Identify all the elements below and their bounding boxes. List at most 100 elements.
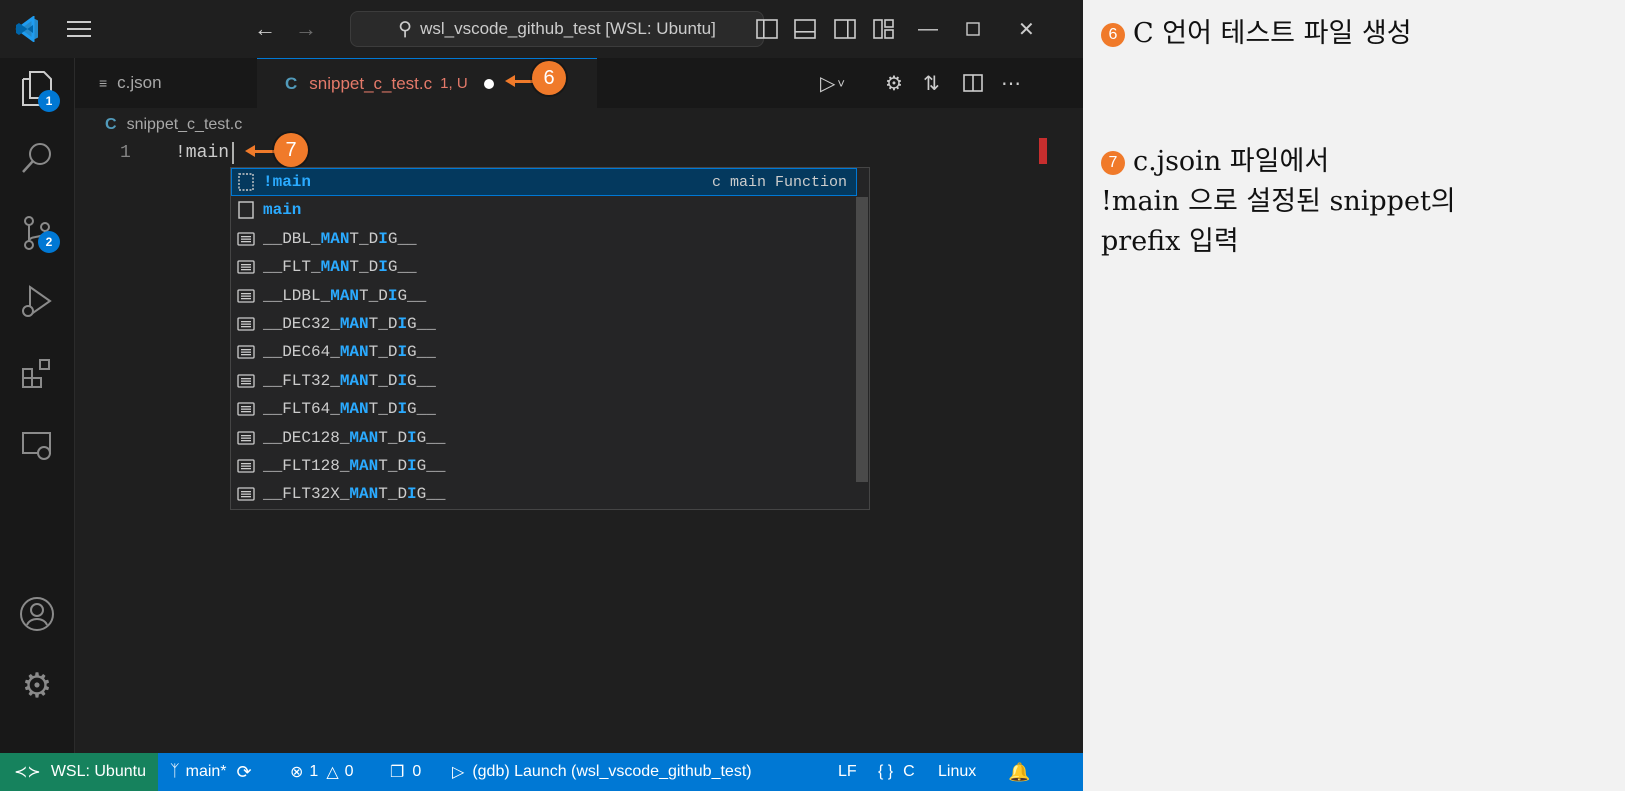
accounts-icon[interactable] (17, 594, 57, 634)
tab-label: c.json (117, 73, 162, 92)
suggest-item[interactable]: __DBL_MANT_DIG__ (231, 225, 857, 253)
platform-indicator[interactable]: Linux (938, 753, 976, 791)
match-highlight: MAN (339, 400, 369, 419)
suggest-label: __FLT64_MANT_DIG__ (263, 400, 436, 418)
tab-status: 1, U (440, 75, 468, 92)
branch-indicator[interactable]: ᛉ main* ⟳ (170, 753, 252, 791)
ports-indicator[interactable]: ❐ 0 (390, 753, 421, 791)
label-text: T_D (368, 371, 398, 390)
search-icon: ⚲ (398, 18, 413, 40)
debug-label: (gdb) Launch (wsl_vscode_github_test) (472, 763, 752, 780)
more-actions-icon[interactable]: ⋯ (1001, 58, 1021, 108)
toggle-secondary-sidebar-icon[interactable] (834, 14, 856, 44)
remote-label: WSL: Ubuntu (50, 763, 146, 780)
label-text: __FLT32X_ (263, 485, 350, 504)
remote-explorer-icon[interactable] (17, 426, 57, 466)
ports-count: 0 (412, 763, 422, 780)
match-highlight: MAN (339, 371, 369, 390)
suggest-item[interactable]: __FLT128_MANT_DIG__ (231, 452, 857, 480)
error-count: 1 (309, 763, 319, 780)
suggest-label: __FLT32_MANT_DIG__ (263, 372, 436, 390)
remote-indicator[interactable]: ≺≻ WSL: Ubuntu (0, 753, 158, 791)
text-icon (237, 372, 255, 390)
manage-gear-icon[interactable]: ⚙ (17, 666, 57, 706)
suggest-item[interactable]: __DEC64_MANT_DIG__ (231, 338, 857, 366)
match-highlight: I (407, 428, 417, 447)
sync-icon[interactable]: ⟳ (237, 762, 252, 783)
breadcrumb-file[interactable]: snippet_c_test.c (127, 116, 243, 134)
label-text: T_D (378, 485, 408, 504)
c-file-icon: C (285, 73, 298, 93)
label-text: __LDBL_ (263, 286, 331, 305)
language-indicator[interactable]: { } C (878, 753, 915, 791)
toggle-primary-sidebar-icon[interactable] (756, 14, 778, 44)
suggest-item[interactable]: __LDBL_MANT_DIG__ (231, 282, 857, 310)
extensions-icon[interactable] (17, 354, 57, 394)
vscode-window: ← → ⚲ wsl_vscode_github_test [WSL: Ubunt… (0, 0, 1083, 791)
note-6: 6 C 언어 테스트 파일 생성 (1101, 14, 1412, 54)
text-icon (237, 343, 255, 361)
warning-icon: △ (326, 764, 339, 781)
label-text: __FLT32_ (263, 371, 340, 390)
error-icon: ⊗ (290, 764, 304, 781)
label-text: T_D (368, 343, 398, 362)
text-cursor (232, 142, 234, 164)
suggest-item[interactable]: main (231, 196, 857, 224)
text-icon (237, 315, 255, 333)
split-editor-icon[interactable] (963, 58, 983, 108)
settings-gear-icon[interactable]: ⚙ (885, 58, 903, 108)
callout-7: 7 (274, 133, 308, 167)
label-text: __DBL_ (263, 229, 321, 248)
run-debug-icon[interactable] (17, 282, 57, 322)
text-icon (237, 287, 255, 305)
close-icon[interactable]: ✕ (1018, 14, 1035, 44)
broadcast-icon: ❐ (390, 764, 405, 781)
maximize-icon[interactable] (966, 14, 980, 44)
label-text: T_D (359, 286, 388, 305)
branch-label: main* (185, 763, 227, 780)
suggest-item[interactable]: __FLT32_MANT_DIG__ (231, 367, 857, 395)
label-text: T_D (349, 229, 379, 248)
suggest-detail: c main Function (711, 173, 847, 191)
menu-icon[interactable] (66, 14, 92, 44)
unsaved-dot-icon[interactable] (483, 78, 494, 89)
note-7-number: 7 (1101, 151, 1125, 175)
match-highlight: MAN (339, 315, 369, 333)
tab-c-json[interactable]: ≡ c.json (75, 58, 255, 108)
debug-icon: ▷ (452, 764, 465, 781)
forward-arrow-icon[interactable]: → (295, 14, 317, 44)
text-icon (237, 485, 255, 503)
suggest-item[interactable]: __DEC32_MANT_DIG__ (231, 310, 857, 338)
eol-indicator[interactable]: LF (838, 753, 857, 791)
toggle-panel-icon[interactable] (794, 14, 816, 44)
label-text: G__ (416, 457, 446, 475)
match-highlight: MAN (320, 229, 350, 248)
suggest-widget: !main c main Function main __DBL_MANT_DIG__… (230, 167, 870, 510)
search-icon[interactable] (17, 138, 57, 178)
suggest-item[interactable]: !main c main Function (231, 168, 857, 196)
suggest-label: __LDBL_MANT_DIG__ (263, 287, 426, 305)
code-line[interactable]: !main (175, 143, 229, 163)
debug-launch-indicator[interactable]: ▷ (gdb) Launch (wsl_vscode_github_test) (452, 753, 752, 791)
back-arrow-icon[interactable]: ← (254, 14, 276, 44)
command-center-search[interactable]: ⚲ wsl_vscode_github_test [WSL: Ubuntu] (350, 11, 764, 47)
suggest-item[interactable]: __FLT32X_MANT_DIG__ (231, 480, 857, 508)
label-text: __DEC128_ (263, 428, 350, 447)
suggest-item[interactable]: __FLT_MANT_DIG__ (231, 253, 857, 281)
compare-changes-icon[interactable]: ⇅ (923, 58, 940, 108)
suggest-item[interactable]: __FLT64_MANT_DIG__ (231, 395, 857, 423)
run-debug-dropdown-icon[interactable]: ▷ ˅ (820, 58, 845, 108)
notifications-bell-icon[interactable]: 🔔 (1008, 753, 1030, 791)
match-highlight: I (407, 457, 417, 475)
suggest-item[interactable]: __DEC128_MANT_DIG__ (231, 424, 857, 452)
match-highlight: MAN (349, 457, 379, 475)
customize-layout-icon[interactable] (873, 14, 895, 44)
label-text: G__ (407, 371, 436, 390)
tab-label: snippet_c_test.c (309, 73, 433, 93)
suggest-scrollbar[interactable] (856, 197, 868, 482)
source-control-badge: 2 (38, 231, 60, 253)
match-highlight: I (407, 485, 417, 504)
problems-indicator[interactable]: ⊗ 1 △ 0 (290, 753, 354, 791)
note-6-text: C 언어 테스트 파일 생성 (1133, 18, 1412, 49)
minimize-icon[interactable]: — (918, 14, 938, 44)
